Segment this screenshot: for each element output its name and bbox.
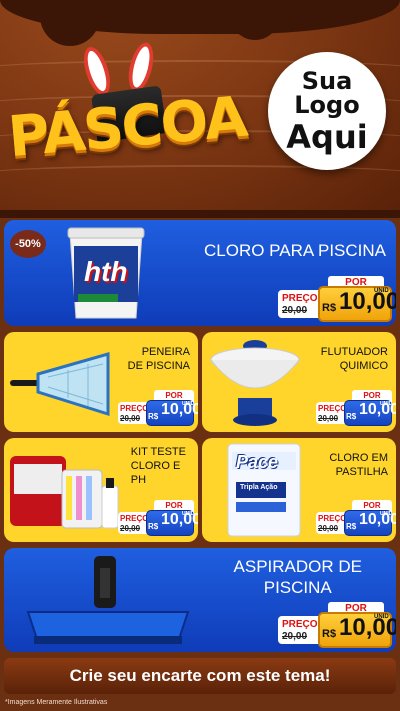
chocolate-drip xyxy=(40,0,100,46)
product-name: ASPIRADOR DE PISCINA xyxy=(234,556,362,599)
currency: R$ xyxy=(148,522,159,531)
product-name: PENEIRA DE PISCINA xyxy=(128,346,190,374)
chocolate-drip xyxy=(230,0,280,40)
product-name-line: PH xyxy=(130,473,147,486)
product-name-line: PENEIRA xyxy=(141,346,190,358)
product-name-line: PASTILHA xyxy=(335,465,388,478)
product-name-line: PISCINA xyxy=(263,578,332,598)
old-price: 20,00 xyxy=(120,524,141,533)
logo-placeholder: Sua Logo Aqui xyxy=(268,52,386,170)
old-price-label: PREÇO xyxy=(120,514,149,523)
product-name-line: QUIMICO xyxy=(339,359,388,372)
product-name: CLORO EM PASTILHA xyxy=(329,452,388,480)
old-price-label: PREÇO xyxy=(282,619,318,630)
easter-title-art: PÁSCOA xyxy=(5,40,268,172)
old-price: 20,00 xyxy=(282,631,308,642)
product-name-line: CLORO EM xyxy=(329,452,388,464)
price-tag: POR PREÇO 20,00 R$ 10,00 UNID xyxy=(118,390,198,426)
product-name-line: CLORO E xyxy=(130,459,181,472)
cta-banner[interactable]: Crie seu encarte com este tema! xyxy=(4,658,396,694)
unit-label: UNID xyxy=(374,288,389,294)
price-tag: POR PREÇO 20,00 R$ 10,00 UNID xyxy=(316,390,396,426)
currency: R$ xyxy=(346,412,357,421)
logo-line-1: Sua Logo xyxy=(294,67,360,119)
old-price-label: PREÇO xyxy=(318,404,347,413)
price-tag: POR PREÇO 20,00 R$ 10,00 UNID xyxy=(118,500,198,536)
product-name-line: DE PISCINA xyxy=(127,359,190,372)
product-card-cloro-piscina[interactable]: -50% hth CLORO PARA PISCINA POR PREÇO 20… xyxy=(4,220,396,326)
unit-label: UNID xyxy=(374,614,389,620)
chemical-floater-icon xyxy=(210,340,300,426)
product-name: CLORO PARA PISCINA xyxy=(203,241,386,260)
test-kit-icon xyxy=(10,456,119,529)
pool-vacuum-icon xyxy=(26,556,190,644)
old-price: 20,00 xyxy=(282,305,308,316)
product-name: KIT TESTE CLORO E PH xyxy=(131,446,186,487)
product-card-kit-teste[interactable]: KIT TESTE CLORO E PH POR PREÇO 20,00 R$ … xyxy=(4,438,198,542)
product-name-line: FLUTUADOR xyxy=(320,346,388,358)
chocolate-divider xyxy=(0,210,400,218)
product-name-line: ASPIRADOR DE xyxy=(233,557,362,576)
disclaimer-note: *Imagens Meramente Ilustrativas xyxy=(5,699,108,706)
product-card-peneira[interactable]: PENEIRA DE PISCINA POR PREÇO 20,00 R$ 10… xyxy=(4,332,198,432)
brand-logo-hth: hth xyxy=(84,256,128,287)
unit-label: UNID xyxy=(182,511,195,517)
brand-logo-pace: Pace xyxy=(236,452,279,472)
old-price: 20,00 xyxy=(120,414,141,423)
currency: R$ xyxy=(322,302,337,314)
unit-label: UNID xyxy=(182,401,195,407)
price-tag: POR PREÇO 20,00 R$ 10,00 UNID xyxy=(316,500,396,536)
currency: R$ xyxy=(346,522,357,531)
unit-label: UNID xyxy=(380,401,393,407)
currency: R$ xyxy=(322,628,337,640)
price-tag: POR PREÇO 20,00 R$ 10,00 UNID xyxy=(278,602,396,650)
header-banner: PÁSCOA Sua Logo Aqui xyxy=(0,0,400,210)
page-title: PÁSCOA xyxy=(5,84,249,171)
old-price-label: PREÇO xyxy=(282,293,318,304)
product-card-aspirador[interactable]: ASPIRADOR DE PISCINA POR PREÇO 20,00 R$ … xyxy=(4,548,396,652)
old-price-label: PREÇO xyxy=(120,404,149,413)
unit-label: UNID xyxy=(380,511,393,517)
product-name-line: KIT TESTE xyxy=(130,446,186,458)
old-price: 20,00 xyxy=(318,414,339,423)
logo-line-2: Aqui xyxy=(286,118,368,156)
old-price: 20,00 xyxy=(318,524,339,533)
pool-skimmer-net-icon xyxy=(10,352,110,417)
currency: R$ xyxy=(148,412,159,421)
product-card-cloro-pastilha[interactable]: Pace Tripla Ação CLORO EM PASTILHA POR P… xyxy=(202,438,396,542)
product-card-flutuador[interactable]: FLUTUADOR QUIMICO POR PREÇO 20,00 R$ 10,… xyxy=(202,332,396,432)
discount-badge: -50% xyxy=(10,230,46,258)
product-name: FLUTUADOR QUIMICO xyxy=(321,346,388,374)
package-subtitle: Tripla Ação xyxy=(240,484,278,491)
old-price-label: PREÇO xyxy=(318,514,347,523)
price-tag: POR PREÇO 20,00 R$ 10,00 UNID xyxy=(278,276,396,324)
